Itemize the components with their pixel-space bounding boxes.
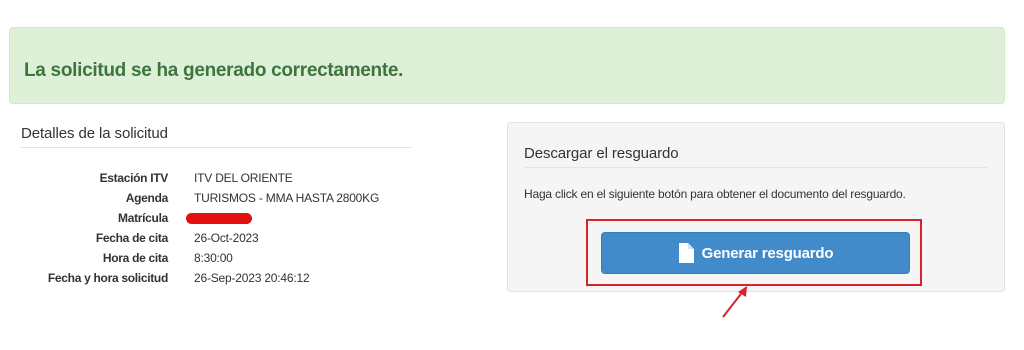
- page: La solicitud se ha generado correctament…: [0, 0, 1024, 350]
- details-row-agenda: Agenda TURISMOS - MMA HASTA 2800KG: [21, 188, 411, 208]
- label-time: Hora de cita: [102, 251, 168, 265]
- success-message: La solicitud se ha generado correctament…: [24, 60, 404, 81]
- generate-receipt-label: Generar resguardo: [701, 244, 834, 262]
- value-agenda: TURISMOS - MMA HASTA 2800KG: [194, 191, 380, 205]
- details-row-time: Hora de cita 8:30:00: [21, 248, 411, 268]
- redaction-mark: [186, 213, 252, 224]
- label-agenda: Agenda: [125, 191, 169, 205]
- details-row-station: Estación ITV ITV DEL ORIENTE: [21, 168, 411, 188]
- value-date: 26-Oct-2023: [194, 231, 259, 245]
- details-row-request-datetime: Fecha y hora solicitud 26-Sep-2023 20:46…: [21, 268, 411, 288]
- label-plate: Matrícula: [118, 211, 168, 225]
- details-list: Estación ITV ITV DEL ORIENTE Agenda TURI…: [21, 168, 411, 288]
- details-title: Detalles de la solicitud: [21, 125, 411, 148]
- annotation-arrow-icon: [722, 286, 747, 318]
- value-station: ITV DEL ORIENTE: [194, 171, 293, 185]
- label-request-datetime: Fecha y hora solicitud: [47, 271, 168, 285]
- value-time: 8:30:00: [194, 251, 233, 265]
- value-request-datetime: 26-Sep-2023 20:46:12: [194, 271, 310, 285]
- details-row-date: Fecha de cita 26-Oct-2023: [21, 228, 411, 248]
- value-plate: [186, 208, 252, 228]
- success-alert: La solicitud se ha generado correctament…: [9, 27, 1005, 104]
- generate-receipt-button[interactable]: Generar resguardo: [601, 232, 910, 274]
- request-details: Detalles de la solicitud Estación ITV IT…: [21, 125, 411, 288]
- label-station: Estación ITV: [99, 171, 169, 185]
- details-row-plate: Matrícula: [21, 208, 411, 228]
- download-title: Descargar el resguardo: [524, 145, 988, 168]
- download-hint: Haga click en el siguiente botón para ob…: [524, 187, 906, 201]
- file-icon: [678, 243, 694, 263]
- label-date: Fecha de cita: [95, 231, 168, 245]
